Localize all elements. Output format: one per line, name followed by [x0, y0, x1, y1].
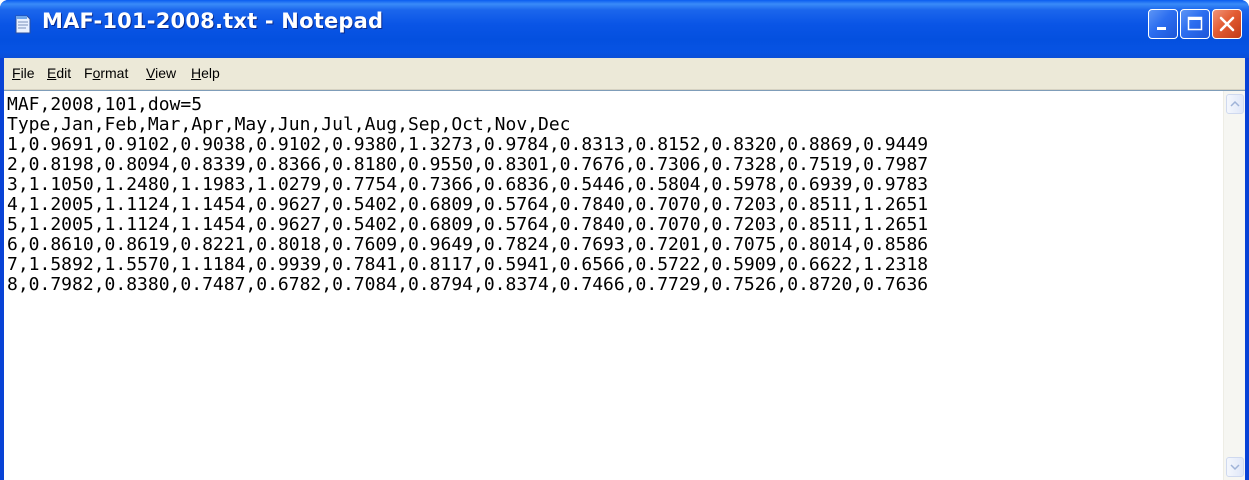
- title-bar[interactable]: MAF-101-2008.txt - Notepad: [0, 0, 1249, 58]
- editor-line: 1,0.9691,0.9102,0.9038,0.9102,0.9380,1.3…: [7, 134, 929, 155]
- scroll-up-button[interactable]: [1226, 94, 1244, 114]
- editor-line: 4,1.2005,1.1124,1.1454,0.9627,0.5402,0.6…: [7, 194, 929, 215]
- scroll-up-arrow-icon: [1230, 100, 1240, 107]
- vertical-scrollbar[interactable]: [1223, 91, 1245, 480]
- menu-help-mnemonic: H: [191, 65, 202, 81]
- menu-format-rest: rmat: [100, 65, 129, 81]
- menu-bar: File Edit Format View Help: [4, 58, 1245, 90]
- editor-line: 7,1.5892,1.5570,1.1184,0.9939,0.7841,0.8…: [7, 254, 929, 275]
- editor-line: 8,0.7982,0.8380,0.7487,0.6782,0.7084,0.8…: [7, 274, 929, 295]
- notepad-icon[interactable]: [14, 13, 32, 35]
- editor-content[interactable]: MAF,2008,101,dow=5 Type,Jan,Feb,Mar,Apr,M…: [7, 95, 928, 295]
- editor-line: 5,1.2005,1.1124,1.1454,0.9627,0.5402,0.6…: [7, 214, 929, 235]
- editor-line: 2,0.8198,0.8094,0.8339,0.8366,0.8180,0.9…: [7, 154, 929, 175]
- editor-line: 6,0.8610,0.8619,0.8221,0.8018,0.7609,0.9…: [7, 234, 929, 255]
- menu-file-mnemonic: F: [12, 65, 21, 81]
- window-title: MAF-101-2008.txt - Notepad: [42, 9, 384, 33]
- menu-help-rest: elp: [201, 65, 220, 81]
- minimize-icon: [1157, 27, 1166, 30]
- menu-edit-mnemonic: E: [47, 65, 57, 81]
- menu-view-mnemonic: V: [146, 65, 156, 81]
- menu-edit-rest: dit: [56, 65, 72, 81]
- editor-line: Type,Jan,Feb,Mar,Apr,May,Jun,Jul,Aug,Sep…: [7, 114, 571, 135]
- menu-file[interactable]: File: [12, 65, 35, 81]
- menu-view[interactable]: View: [146, 65, 176, 81]
- editor-line: 3,1.1050,1.2480,1.1983,1.0279,0.7754,0.7…: [7, 174, 929, 195]
- editor-line: MAF,2008,101,dow=5: [7, 94, 203, 115]
- menu-view-rest: iew: [155, 65, 177, 81]
- menu-edit[interactable]: Edit: [47, 65, 71, 81]
- scroll-down-button[interactable]: [1226, 457, 1244, 477]
- close-icon: [1219, 16, 1235, 32]
- menu-file-rest: ile: [20, 65, 35, 81]
- menu-format[interactable]: Format: [84, 65, 128, 81]
- maximize-button[interactable]: [1180, 9, 1210, 39]
- minimize-button[interactable]: [1148, 9, 1178, 39]
- notepad-window: MAF-101-2008.txt - Notepad File Edit For…: [0, 0, 1249, 480]
- menu-help[interactable]: Help: [191, 65, 220, 81]
- text-editor-area[interactable]: MAF,2008,101,dow=5 Type,Jan,Feb,Mar,Apr,M…: [4, 90, 1245, 480]
- menu-format-start: F: [84, 65, 93, 81]
- close-button[interactable]: [1212, 9, 1242, 39]
- scroll-down-arrow-icon: [1230, 464, 1240, 471]
- maximize-icon: [1187, 16, 1203, 31]
